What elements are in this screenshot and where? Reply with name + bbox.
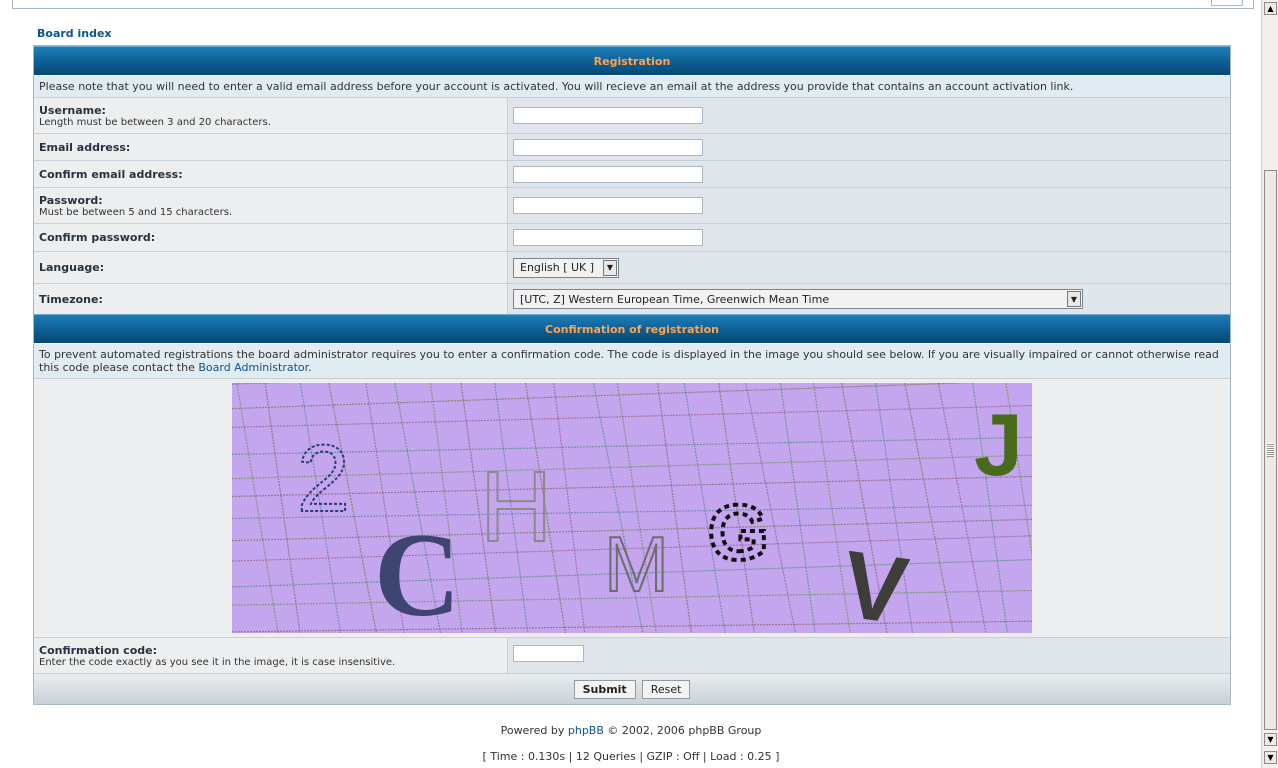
captcha-image: 2 C H M G V J <box>232 383 1032 633</box>
language-selected-value: English [ UK ] <box>520 261 595 274</box>
username-hint: Length must be between 3 and 20 characte… <box>39 116 271 128</box>
captcha-char-1: 2 <box>297 426 350 532</box>
confirm-password-label-cell: Confirm password: <box>34 224 508 251</box>
captcha-row: 2 C H M G V J <box>34 378 1230 637</box>
powered-by: Powered by phpBB © 2002, 2006 phpBB Grou… <box>0 724 1262 737</box>
submit-button[interactable]: Submit <box>573 679 636 699</box>
registration-note: Please note that you will need to enter … <box>34 75 1230 97</box>
username-field-cell <box>508 98 1230 133</box>
email-input[interactable] <box>513 138 703 156</box>
username-label-cell: Username: Length must be between 3 and 2… <box>34 98 508 133</box>
captcha-char-7: J <box>974 395 1023 494</box>
confirmation-code-label: Confirmation code: <box>39 643 157 657</box>
password-label: Password: <box>39 193 103 207</box>
confirm-email-field-cell <box>508 161 1230 187</box>
timezone-label-cell: Timezone: <box>34 284 508 314</box>
confirm-email-row: Confirm email address: <box>34 160 1230 187</box>
board-administrator-link[interactable]: Board Administrator <box>198 361 308 374</box>
captcha-char-5: G <box>708 488 769 576</box>
confirmation-code-row: Confirmation code: Enter the code exactl… <box>34 637 1230 673</box>
chevron-down-icon[interactable]: ▼ <box>1067 291 1081 307</box>
email-label: Email address: <box>39 140 131 154</box>
timezone-field-cell: [UTC, Z] Western European Time, Greenwic… <box>508 284 1230 314</box>
username-input[interactable] <box>513 107 703 124</box>
language-select[interactable]: English [ UK ] ▼ <box>513 257 619 278</box>
timezone-label: Timezone: <box>39 292 103 306</box>
board-index-link[interactable]: Board index <box>37 27 112 40</box>
captcha-char-3: H <box>480 451 552 563</box>
username-label: Username: <box>39 103 106 117</box>
timezone-selected-value: [UTC, Z] Western European Time, Greenwic… <box>520 292 830 306</box>
scroll-down-icon[interactable]: ▼ <box>1264 733 1277 746</box>
confirm-email-input[interactable] <box>513 165 703 183</box>
form-buttons: Submit Reset <box>34 673 1230 704</box>
confirm-password-label: Confirm password: <box>39 231 156 244</box>
reset-button[interactable]: Reset <box>641 679 691 699</box>
language-label: Language: <box>39 261 105 274</box>
captcha-char-6: V <box>836 531 914 633</box>
language-label-cell: Language: <box>34 252 508 283</box>
username-row: Username: Length must be between 3 and 2… <box>34 97 1230 133</box>
email-row: Email address: <box>34 133 1230 160</box>
language-row: Language: English [ UK ] ▼ <box>34 251 1230 283</box>
confirm-password-input[interactable] <box>513 229 703 246</box>
registration-panel: Registration Please note that you will n… <box>33 45 1231 705</box>
confirm-email-label-cell: Confirm email address: <box>34 161 508 187</box>
confirmation-code-hint: Enter the code exactly as you see it in … <box>39 656 396 668</box>
password-hint: Must be between 5 and 15 characters. <box>39 206 233 218</box>
email-label-cell: Email address: <box>34 134 508 160</box>
confirm-email-label: Confirm email address: <box>39 167 183 181</box>
confirmation-code-field-cell <box>508 638 1230 673</box>
previous-frame-edge <box>12 0 1254 9</box>
powered-by-prefix: Powered by <box>500 724 568 737</box>
captcha-char-2: C <box>374 508 461 633</box>
frame-nub <box>1211 0 1243 6</box>
scroll-up-icon[interactable]: ▲ <box>1264 2 1277 15</box>
timezone-select[interactable]: [UTC, Z] Western European Time, Greenwic… <box>513 289 1083 309</box>
powered-by-suffix: © 2002, 2006 phpBB Group <box>603 724 762 737</box>
password-input[interactable] <box>513 197 703 214</box>
scrollbar-grip <box>1267 443 1274 457</box>
debug-stats: [ Time : 0.130s | 12 Queries | GZIP : Of… <box>482 750 780 763</box>
confirmation-code-label-cell: Confirmation code: Enter the code exactl… <box>34 638 508 673</box>
scrollbar-thumb[interactable] <box>1264 170 1277 730</box>
vertical-scrollbar[interactable]: ▲ ▼ ▼ <box>1261 0 1278 768</box>
password-row: Password: Must be between 5 and 15 chara… <box>34 187 1230 223</box>
password-field-cell <box>508 188 1230 223</box>
confirm-password-row: Confirm password: <box>34 223 1230 251</box>
registration-header: Registration <box>34 46 1230 75</box>
language-field-cell: English [ UK ] ▼ <box>508 252 1230 283</box>
scroll-down-icon[interactable]: ▼ <box>1264 751 1277 764</box>
confirmation-note: To prevent automated registrations the b… <box>34 343 1230 378</box>
timezone-row: Timezone: [UTC, Z] Western European Time… <box>34 283 1230 314</box>
confirmation-header: Confirmation of registration <box>34 314 1230 343</box>
password-label-cell: Password: Must be between 5 and 15 chara… <box>34 188 508 223</box>
confirm-password-field-cell <box>508 224 1230 251</box>
phpbb-link[interactable]: phpBB <box>568 724 604 737</box>
email-field-cell <box>508 134 1230 160</box>
confirmation-note-end: . <box>308 361 312 374</box>
captcha-char-4: M <box>604 520 669 608</box>
confirmation-code-input[interactable] <box>513 645 584 662</box>
chevron-down-icon[interactable]: ▼ <box>603 259 617 276</box>
